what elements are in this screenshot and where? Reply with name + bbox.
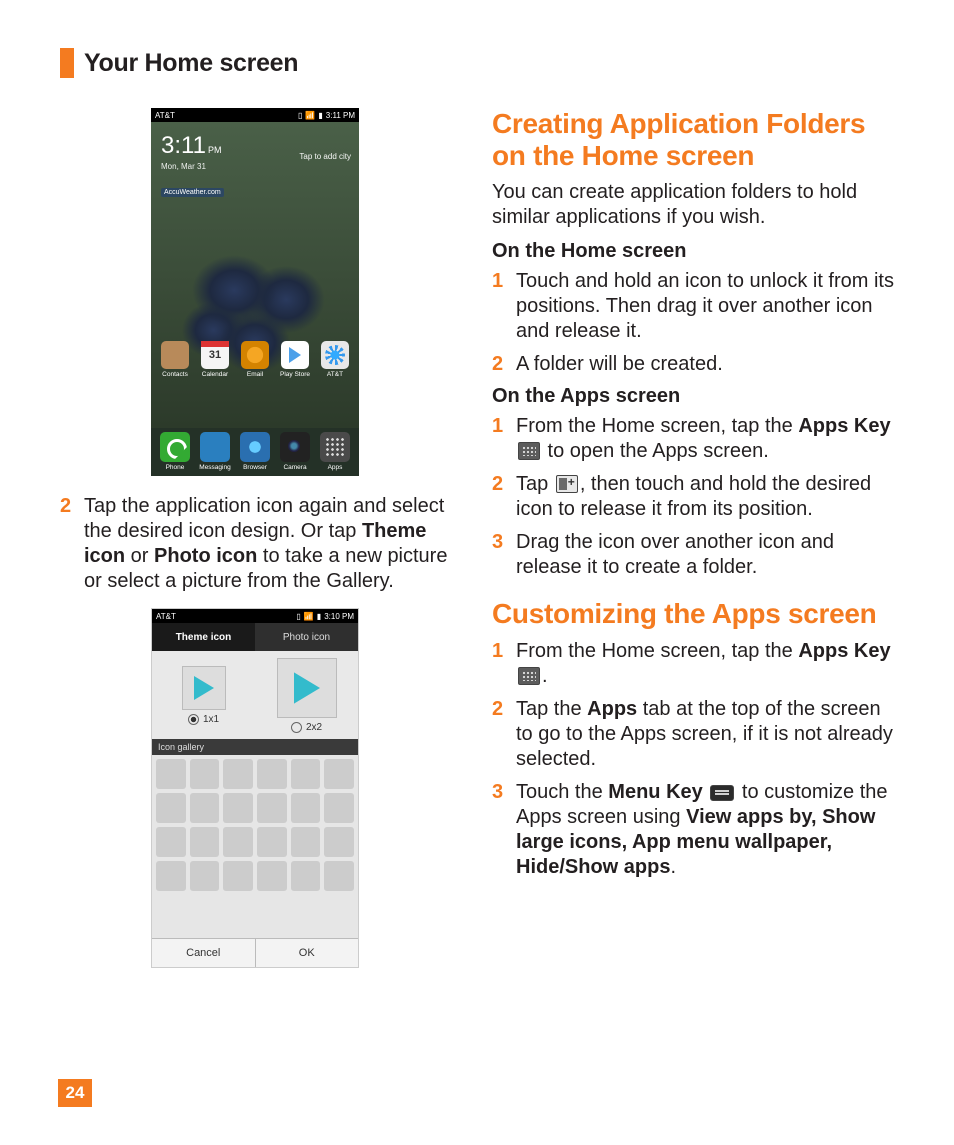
menu-key-icon xyxy=(710,785,734,801)
home-icon-row: ContactsCalendarEmailPlay StoreAT&T xyxy=(151,341,359,378)
size-picker: 1x1 2x2 xyxy=(152,651,358,739)
icon-picker-tabs: Theme icon Photo icon xyxy=(152,623,358,651)
home-steps-list: 1Touch and hold an icon to unlock it fro… xyxy=(492,269,894,377)
cancel-button: Cancel xyxy=(152,939,256,967)
tab-plus-icon xyxy=(556,475,578,493)
dialog-buttons: Cancel OK xyxy=(152,938,358,967)
page-number: 24 xyxy=(58,1079,92,1107)
ok-button: OK xyxy=(256,939,359,967)
tab-theme-icon: Theme icon xyxy=(152,623,255,651)
nfc-icon: ▯ xyxy=(296,612,300,621)
dock-row: PhoneMessagingBrowserCameraApps xyxy=(151,428,359,476)
status-time: 3:11 PM xyxy=(326,111,355,120)
tab-photo-icon: Photo icon xyxy=(255,623,358,651)
icon-gallery-label: Icon gallery xyxy=(152,739,358,755)
size-1x1-preview xyxy=(182,666,226,710)
apps-steps-list: 1 From the Home screen, tap the Apps Key… xyxy=(492,414,894,580)
subhead-on-home-screen: On the Home screen xyxy=(492,240,894,263)
signal-icon: 📶 xyxy=(304,612,314,621)
signal-icon: 📶 xyxy=(305,111,315,120)
header-accent xyxy=(60,48,74,78)
wallpaper: 3:11PM Mon, Mar 31 Tap to add city AccuW… xyxy=(151,122,359,428)
screenshot-icon-picker: AT&T ▯ 📶 ▮ 3:10 PM Theme icon Photo icon xyxy=(151,608,359,968)
carrier-label: AT&T xyxy=(155,111,175,120)
heading-customizing-apps: Customizing the Apps screen xyxy=(492,598,894,630)
size-2x2-radio: 2x2 xyxy=(291,722,322,733)
screenshot-home-screen: AT&T ▯ 📶 ▮ 3:11 PM 3:11PM Mon, Mar 31 Ta… xyxy=(151,108,359,476)
battery-icon: ▮ xyxy=(318,111,322,120)
status-bar-2: AT&T ▯ 📶 ▮ 3:10 PM xyxy=(152,609,358,623)
left-step-2: 2 Tap the application icon again and sel… xyxy=(60,494,450,594)
apps-key-icon xyxy=(518,667,540,685)
size-1x1-radio: 1x1 xyxy=(188,714,219,725)
left-step-text: Tap the application icon again and selec… xyxy=(84,494,450,594)
size-2x2-preview xyxy=(277,658,337,718)
status-bar: AT&T ▯ 📶 ▮ 3:11 PM xyxy=(151,108,359,122)
page-header: Your Home screen xyxy=(60,48,894,78)
battery-icon: ▮ xyxy=(317,612,321,621)
weather-hint: Tap to add city xyxy=(299,152,351,161)
heading-creating-folders: Creating Application Folders on the Home… xyxy=(492,108,894,172)
carrier-label-2: AT&T xyxy=(156,612,176,621)
subhead-on-apps-screen: On the Apps screen xyxy=(492,385,894,408)
icon-gallery-grid xyxy=(152,755,358,938)
apps-key-icon xyxy=(518,442,540,460)
clock-widget: 3:11PM Mon, Mar 31 xyxy=(161,132,221,171)
customize-steps-list: 1 From the Home screen, tap the Apps Key… xyxy=(492,639,894,880)
header-title: Your Home screen xyxy=(84,49,298,78)
accuweather-badge: AccuWeather.com xyxy=(161,188,224,197)
folders-intro: You can create application folders to ho… xyxy=(492,180,894,230)
nfc-icon: ▯ xyxy=(298,111,302,120)
status-time-2: 3:10 PM xyxy=(324,612,354,621)
